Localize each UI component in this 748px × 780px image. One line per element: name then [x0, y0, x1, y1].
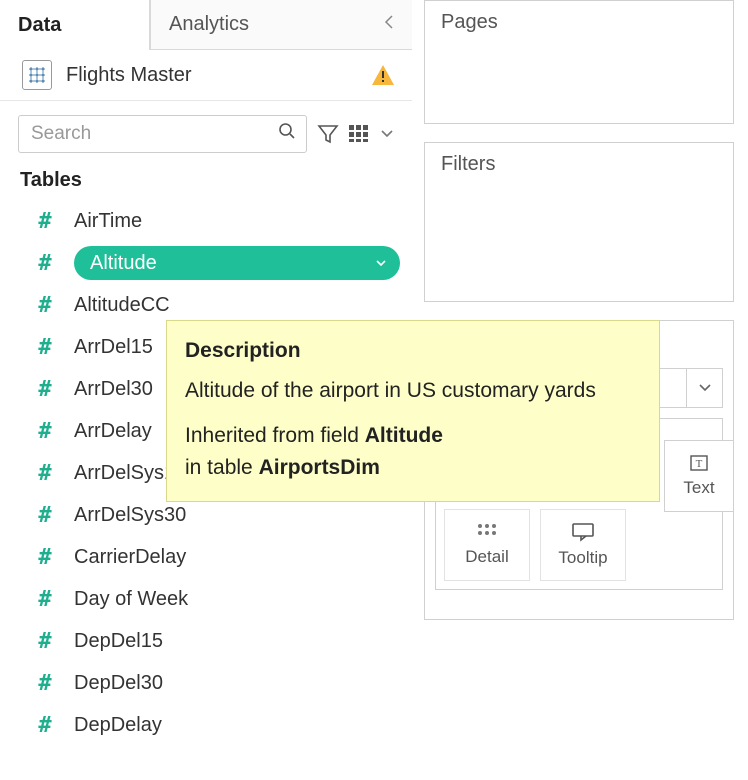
field-row[interactable]: # DepDelay — [0, 704, 412, 746]
number-icon: # — [34, 713, 56, 738]
mark-card-text[interactable]: T Text — [664, 440, 734, 512]
tables-header: Tables — [0, 163, 412, 200]
field-pill[interactable]: Altitude — [74, 246, 400, 280]
number-icon: # — [34, 587, 56, 612]
tooltip-title: Description — [185, 335, 641, 367]
filters-shelf[interactable]: Filters — [424, 142, 734, 302]
tooltip-body: Altitude of the airport in US customary … — [185, 375, 641, 407]
number-icon: # — [34, 209, 56, 234]
field-label: Day of Week — [74, 588, 400, 611]
field-row[interactable]: # DepDel15 — [0, 620, 412, 662]
mark-card-label: Text — [683, 478, 714, 498]
datasource-row[interactable]: Flights Master — [0, 50, 412, 101]
number-icon: # — [34, 293, 56, 318]
field-tooltip: Description Altitude of the airport in U… — [166, 320, 660, 502]
pane-tabs: Data Analytics — [0, 0, 412, 50]
mark-card-detail[interactable]: Detail — [444, 509, 530, 581]
tooltip-inherit: Inherited from field Altitude in table A… — [185, 420, 641, 483]
field-label: DepDel30 — [74, 672, 400, 695]
mark-card-label: Detail — [465, 547, 508, 567]
number-icon: # — [34, 545, 56, 570]
number-icon: # — [34, 461, 56, 486]
search-box[interactable] — [18, 115, 307, 153]
warning-icon[interactable] — [370, 63, 396, 87]
number-icon: # — [34, 503, 56, 528]
number-icon: # — [34, 377, 56, 402]
chevron-down-icon[interactable] — [376, 256, 386, 270]
number-icon: # — [34, 335, 56, 360]
pages-shelf[interactable]: Pages — [424, 0, 734, 124]
field-pill-label: Altitude — [90, 252, 157, 275]
datasource-name: Flights Master — [66, 64, 356, 87]
collapse-icon[interactable] — [384, 14, 394, 35]
number-icon: # — [34, 419, 56, 444]
field-row[interactable]: # DepDel30 — [0, 662, 412, 704]
number-icon: # — [34, 251, 56, 276]
datasource-icon — [22, 60, 52, 90]
field-row[interactable]: # Day of Week — [0, 578, 412, 620]
number-icon: # — [34, 671, 56, 696]
shelves-pane: Pages Filters Marks Automatic Color Size — [424, 0, 734, 638]
tab-analytics-label: Analytics — [169, 13, 249, 36]
field-row[interactable]: # CarrierDelay — [0, 536, 412, 578]
field-row-selected[interactable]: # Altitude — [0, 242, 412, 284]
view-mode-icon[interactable] — [349, 119, 369, 149]
tooltip-inherit-pre: Inherited from field — [185, 424, 365, 447]
filters-shelf-title: Filters — [425, 143, 733, 184]
fields-toolbar — [0, 101, 412, 163]
field-label: AirTime — [74, 210, 400, 233]
mark-card-tooltip[interactable]: Tooltip — [540, 509, 626, 581]
field-label: AltitudeCC — [74, 294, 400, 317]
tab-data[interactable]: Data — [0, 0, 150, 50]
dropdown-caret-icon[interactable] — [379, 119, 394, 149]
svg-text:T: T — [696, 458, 703, 470]
search-icon — [278, 122, 296, 146]
field-label: DepDelay — [74, 714, 400, 737]
tooltip-inherit-field: Altitude — [365, 424, 443, 447]
tab-analytics[interactable]: Analytics — [150, 0, 412, 50]
field-label: ArrDelSys30 — [74, 504, 400, 527]
chevron-down-icon[interactable] — [686, 369, 722, 407]
field-label: DepDel15 — [74, 630, 400, 653]
filter-icon[interactable] — [317, 119, 339, 149]
search-input[interactable] — [29, 122, 278, 146]
tooltip-inherit-mid: in table — [185, 456, 259, 479]
field-label: CarrierDelay — [74, 546, 400, 569]
field-row[interactable]: # AirTime — [0, 200, 412, 242]
pages-shelf-title: Pages — [425, 1, 733, 42]
number-icon: # — [34, 629, 56, 654]
tab-data-label: Data — [18, 14, 61, 37]
mark-card-label: Tooltip — [558, 548, 607, 568]
tooltip-inherit-table: AirportsDim — [259, 456, 380, 479]
